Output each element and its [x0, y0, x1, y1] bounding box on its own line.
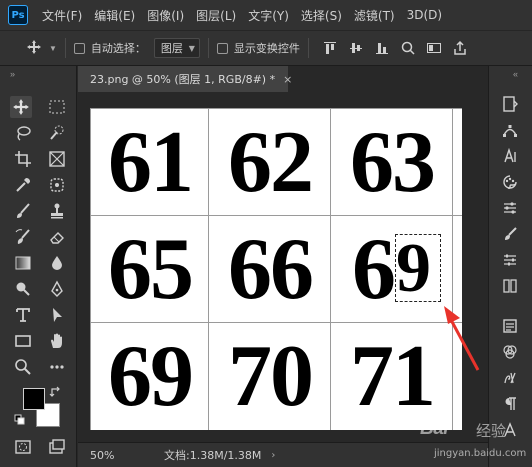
- document-tab-title: 23.png @ 50% (图层 1, RGB/8#) *: [90, 73, 276, 86]
- divider: [307, 38, 309, 58]
- collapse-panel-icon[interactable]: »: [10, 69, 15, 79]
- gradient-tool-icon[interactable]: [12, 252, 34, 274]
- canvas-area[interactable]: 61 62 63 65 66 6 9 69 70 71: [78, 92, 488, 442]
- layers-panel-icon[interactable]: [500, 316, 520, 336]
- properties-panel-icon[interactable]: [500, 250, 520, 270]
- auto-select-target-value: 图层: [160, 42, 183, 55]
- eraser-tool-icon[interactable]: [46, 226, 68, 248]
- pen-tool-icon[interactable]: [46, 278, 68, 300]
- type-tool-icon[interactable]: [12, 304, 34, 326]
- align-top-icon[interactable]: [322, 40, 338, 56]
- default-colors-icon[interactable]: [14, 414, 26, 426]
- move-tool-icon[interactable]: [10, 96, 32, 118]
- menu-file[interactable]: 文件(F): [36, 7, 88, 24]
- rectangle-tool-icon[interactable]: [12, 330, 34, 352]
- menu-type[interactable]: 文字(Y): [242, 7, 295, 24]
- chevron-down-icon: ▼: [188, 43, 195, 53]
- dodge-tool-icon[interactable]: [12, 278, 34, 300]
- foreground-color-swatch[interactable]: [23, 388, 45, 410]
- more-tools-icon[interactable]: [46, 356, 68, 378]
- divider: [207, 38, 209, 58]
- menu-select[interactable]: 选择(S): [295, 7, 348, 24]
- zoom-level[interactable]: 50%: [90, 449, 138, 462]
- path-select-tool-icon[interactable]: [46, 304, 68, 326]
- clone-stamp-tool-icon[interactable]: [46, 200, 68, 222]
- paths-panel-icon[interactable]: [500, 120, 520, 140]
- options-bar: ▼ 自动选择： 图层 ▼ 显示变换控件: [0, 30, 532, 66]
- align-vcenter-icon[interactable]: [348, 40, 364, 56]
- document-tab-bar: 23.png @ 50% (图层 1, RGB/8#) * ×: [78, 66, 488, 92]
- lasso-tool-icon[interactable]: [12, 122, 34, 144]
- crop-tool-icon[interactable]: [12, 148, 34, 170]
- collapse-panel-icon[interactable]: «: [513, 69, 518, 79]
- auto-select-checkbox[interactable]: [73, 42, 85, 54]
- eyedropper-tool-icon[interactable]: [12, 174, 34, 196]
- brush-settings-icon[interactable]: [500, 224, 520, 244]
- document-size: 文档:1.38M/1.38M: [164, 449, 262, 462]
- panel-dock: «: [488, 66, 532, 467]
- status-bar: 50% 文档:1.38M/1.38M ›: [78, 442, 488, 467]
- styles-panel-icon[interactable]: [500, 368, 520, 388]
- document-tab[interactable]: 23.png @ 50% (图层 1, RGB/8#) * ×: [78, 66, 292, 92]
- character-panel-icon[interactable]: [500, 146, 520, 166]
- search-icon[interactable]: [400, 40, 416, 56]
- auto-select-target-dropdown[interactable]: 图层 ▼: [153, 38, 200, 58]
- status-menu-icon[interactable]: ›: [271, 450, 275, 461]
- close-icon[interactable]: ×: [283, 73, 292, 86]
- frame-tool-icon[interactable]: [46, 148, 68, 170]
- menu-filter[interactable]: 滤镜(T): [348, 7, 401, 24]
- quick-mask-icon[interactable]: [12, 436, 34, 458]
- auto-select-label: 自动选择：: [90, 42, 146, 55]
- move-tool-preset-icon[interactable]: [22, 39, 46, 58]
- libraries-panel-icon[interactable]: [500, 276, 520, 296]
- menu-edit[interactable]: 编辑(E): [88, 7, 141, 24]
- blur-tool-icon[interactable]: [46, 252, 68, 274]
- glyphs-panel-icon[interactable]: [500, 420, 520, 440]
- hand-tool-icon[interactable]: [46, 330, 68, 352]
- annotation-arrow: [444, 306, 480, 371]
- screen-mode-icon[interactable]: [46, 436, 68, 458]
- align-bottom-icon[interactable]: [374, 40, 390, 56]
- show-transform-label: 显示变换控件: [233, 42, 300, 55]
- menu-image[interactable]: 图像(I): [141, 7, 190, 24]
- show-transform-checkbox[interactable]: [216, 42, 228, 54]
- spot-heal-tool-icon[interactable]: [46, 174, 68, 196]
- zoom-tool-icon[interactable]: [12, 356, 34, 378]
- menu-3d[interactable]: 3D(D): [401, 8, 448, 22]
- tools-panel: »: [0, 66, 77, 467]
- divider: [64, 38, 66, 58]
- workspace-icon[interactable]: [426, 40, 442, 56]
- photoshop-logo: Ps: [8, 5, 28, 25]
- swap-colors-icon[interactable]: [48, 384, 64, 400]
- brush-tool-icon[interactable]: [12, 200, 34, 222]
- quick-select-tool-icon[interactable]: [46, 122, 68, 144]
- menu-bar: Ps 文件(F) 编辑(E) 图像(I) 图层(L) 文字(Y) 选择(S) 滤…: [0, 0, 532, 30]
- history-panel-icon[interactable]: [500, 94, 520, 114]
- menu-layer[interactable]: 图层(L): [190, 7, 242, 24]
- marquee-tool-icon[interactable]: [46, 96, 68, 118]
- history-brush-tool-icon[interactable]: [12, 226, 34, 248]
- color-panel-icon[interactable]: [500, 172, 520, 192]
- preset-chevron-down-icon[interactable]: ▼: [49, 44, 57, 53]
- adjustments-panel-icon[interactable]: [500, 198, 520, 218]
- share-icon[interactable]: [452, 40, 468, 56]
- paragraph-panel-icon[interactable]: [500, 394, 520, 414]
- channels-panel-icon[interactable]: [500, 342, 520, 362]
